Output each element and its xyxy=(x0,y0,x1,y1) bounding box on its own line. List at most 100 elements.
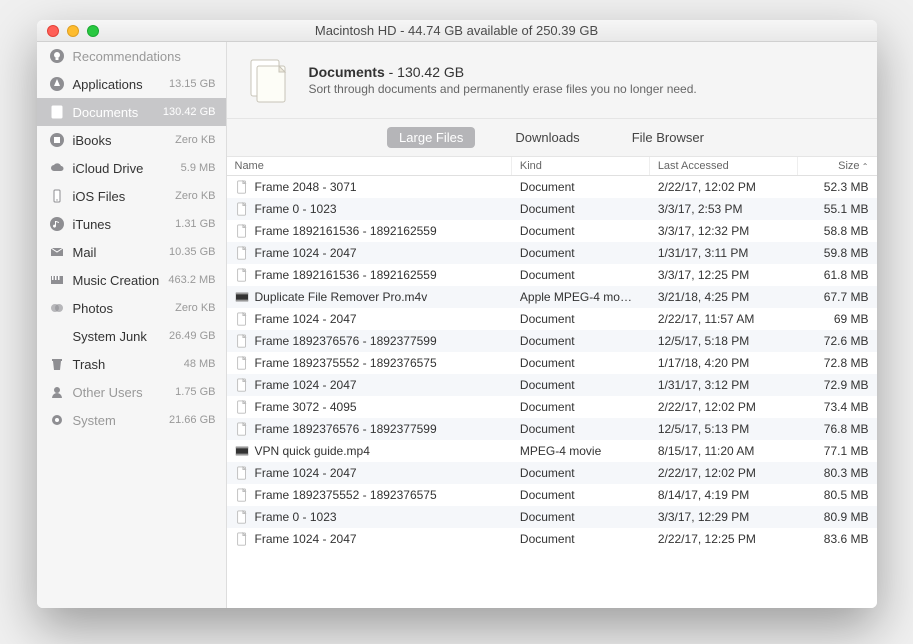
zoom-button[interactable] xyxy=(87,25,99,37)
sidebar-item-size: 48 MB xyxy=(184,358,216,370)
sidebar-item-itunes[interactable]: iTunes1.31 GB xyxy=(37,210,226,238)
file-name: Frame 1024 - 2047 xyxy=(255,378,357,392)
sidebar-item-label: Trash xyxy=(73,357,176,372)
minimize-button[interactable] xyxy=(67,25,79,37)
file-kind: Document xyxy=(512,334,650,348)
tabs: Large Files Downloads File Browser xyxy=(227,119,877,157)
app-icon xyxy=(49,76,65,92)
file-kind: Document xyxy=(512,202,650,216)
file-name: Frame 3072 - 4095 xyxy=(255,400,357,414)
file-kind: Document xyxy=(512,246,650,260)
gear-icon xyxy=(49,412,65,428)
piano-icon xyxy=(49,272,65,288)
table-body: Frame 2048 - 3071Document2/22/17, 12:02 … xyxy=(227,176,877,550)
document-icon xyxy=(235,355,249,371)
table-row[interactable]: Frame 1024 - 2047Document1/31/17, 3:12 P… xyxy=(227,374,877,396)
sidebar-item-size: 13.15 GB xyxy=(169,78,215,90)
sidebar-item-size: Zero KB xyxy=(175,134,215,146)
sidebar-item-other-users[interactable]: Other Users1.75 GB xyxy=(37,378,226,406)
sidebar-item-documents[interactable]: Documents130.42 GB xyxy=(37,98,226,126)
sidebar-item-recommendations[interactable]: Recommendations xyxy=(37,42,226,70)
file-last-accessed: 3/3/17, 2:53 PM xyxy=(650,202,798,216)
banner-text: Documents - 130.42 GB Sort through docum… xyxy=(309,64,697,96)
table-row[interactable]: Frame 2048 - 3071Document2/22/17, 12:02 … xyxy=(227,176,877,198)
file-name: VPN quick guide.mp4 xyxy=(255,444,370,458)
sidebar-item-ibooks[interactable]: iBooksZero KB xyxy=(37,126,226,154)
file-name: Frame 1024 - 2047 xyxy=(255,532,357,546)
file-last-accessed: 1/31/17, 3:11 PM xyxy=(650,246,798,260)
book-icon xyxy=(49,132,65,148)
file-kind: Document xyxy=(512,312,650,326)
file-last-accessed: 2/22/17, 12:02 PM xyxy=(650,466,798,480)
table-row[interactable]: Frame 1024 - 2047Document1/31/17, 3:11 P… xyxy=(227,242,877,264)
table-row[interactable]: Duplicate File Remover Pro.m4v Apple MPEG… xyxy=(227,286,877,308)
file-table[interactable]: NameKindLast AccessedSize Frame 2048 - 3… xyxy=(227,157,877,608)
close-button[interactable] xyxy=(47,25,59,37)
sidebar-item-system[interactable]: System21.66 GB xyxy=(37,406,226,434)
file-name: Duplicate File Remover Pro.m4v xyxy=(255,290,428,304)
file-size: 80.5 MB xyxy=(798,488,877,502)
table-row[interactable]: Frame 1024 - 2047Document2/22/17, 12:02 … xyxy=(227,462,877,484)
file-size: 61.8 MB xyxy=(798,268,877,282)
document-icon xyxy=(235,179,249,195)
column-header-last-accessed[interactable]: Last Accessed xyxy=(650,157,798,175)
tab-downloads[interactable]: Downloads xyxy=(503,127,591,148)
file-kind: MPEG-4 movie xyxy=(512,444,650,458)
table-header: NameKindLast AccessedSize xyxy=(227,157,877,176)
sidebar-item-music-creation[interactable]: Music Creation463.2 MB xyxy=(37,266,226,294)
file-size: 80.3 MB xyxy=(798,466,877,480)
sidebar-item-icloud-drive[interactable]: iCloud Drive5.9 MB xyxy=(37,154,226,182)
titlebar[interactable]: Macintosh HD - 44.74 GB available of 250… xyxy=(37,20,877,42)
table-row[interactable]: Frame 1892161536 - 1892162559Document3/3… xyxy=(227,264,877,286)
tab-file-browser[interactable]: File Browser xyxy=(620,127,716,148)
table-row[interactable]: Frame 0 - 1023Document3/3/17, 2:53 PM55.… xyxy=(227,198,877,220)
sidebar-item-photos[interactable]: PhotosZero KB xyxy=(37,294,226,322)
column-header-size[interactable]: Size xyxy=(798,157,877,175)
table-row[interactable]: Frame 1892376576 - 1892377599Document12/… xyxy=(227,418,877,440)
file-kind: Document xyxy=(512,268,650,282)
document-icon xyxy=(235,465,249,481)
file-kind: Apple MPEG-4 mo… xyxy=(512,290,650,304)
sidebar-item-applications[interactable]: Applications13.15 GB xyxy=(37,70,226,98)
sidebar-item-ios-files[interactable]: iOS FilesZero KB xyxy=(37,182,226,210)
column-header-kind[interactable]: Kind xyxy=(512,157,650,175)
file-last-accessed: 3/21/18, 4:25 PM xyxy=(650,290,798,304)
file-last-accessed: 2/22/17, 12:02 PM xyxy=(650,400,798,414)
window-title: Macintosh HD - 44.74 GB available of 250… xyxy=(37,23,877,38)
none-icon xyxy=(49,328,65,344)
file-kind: Document xyxy=(512,422,650,436)
file-size: 80.9 MB xyxy=(798,510,877,524)
traffic-lights xyxy=(37,25,99,37)
tab-large-files[interactable]: Large Files xyxy=(387,127,475,148)
sidebar-item-mail[interactable]: Mail10.35 GB xyxy=(37,238,226,266)
table-row[interactable]: VPN quick guide.mp4MPEG-4 movie8/15/17, … xyxy=(227,440,877,462)
sidebar-item-size: 1.75 GB xyxy=(175,386,215,398)
table-row[interactable]: Frame 1892161536 - 1892162559Document3/3… xyxy=(227,220,877,242)
table-row[interactable]: Frame 1892375552 - 1892376575Document1/1… xyxy=(227,352,877,374)
photos-icon xyxy=(49,300,65,316)
main-pane: Documents - 130.42 GB Sort through docum… xyxy=(227,42,877,608)
document-icon xyxy=(235,421,249,437)
document-icon xyxy=(235,223,249,239)
sidebar-item-label: Mail xyxy=(73,245,162,260)
file-kind: Document xyxy=(512,532,650,546)
sidebar-item-trash[interactable]: Trash 48 MB xyxy=(37,350,226,378)
sidebar-item-system-junk[interactable]: System Junk26.49 GB xyxy=(37,322,226,350)
column-header-name[interactable]: Name xyxy=(227,157,512,175)
sidebar-item-label: iOS Files xyxy=(73,189,168,204)
file-name: Frame 1892376576 - 1892377599 xyxy=(255,334,437,348)
table-row[interactable]: Frame 1892375552 - 1892376575Document8/1… xyxy=(227,484,877,506)
file-last-accessed: 2/22/17, 12:25 PM xyxy=(650,532,798,546)
table-row[interactable]: Frame 3072 - 4095Document2/22/17, 12:02 … xyxy=(227,396,877,418)
document-icon xyxy=(235,509,249,525)
sidebar: RecommendationsApplications13.15 GBDocum… xyxy=(37,42,227,608)
table-row[interactable]: Frame 0 - 1023Document3/3/17, 12:29 PM80… xyxy=(227,506,877,528)
table-row[interactable]: Frame 1024 - 2047 Document2/22/17, 12:25 … xyxy=(227,528,877,550)
table-row[interactable]: Frame 1892376576 - 1892377599Document12/… xyxy=(227,330,877,352)
file-size: 58.8 MB xyxy=(798,224,877,238)
file-name: Frame 1024 - 2047 xyxy=(255,312,357,326)
file-kind: Document xyxy=(512,356,650,370)
document-icon xyxy=(235,333,249,349)
table-row[interactable]: Frame 1024 - 2047Document2/22/17, 11:57 … xyxy=(227,308,877,330)
file-name: Frame 0 - 1023 xyxy=(255,510,337,524)
